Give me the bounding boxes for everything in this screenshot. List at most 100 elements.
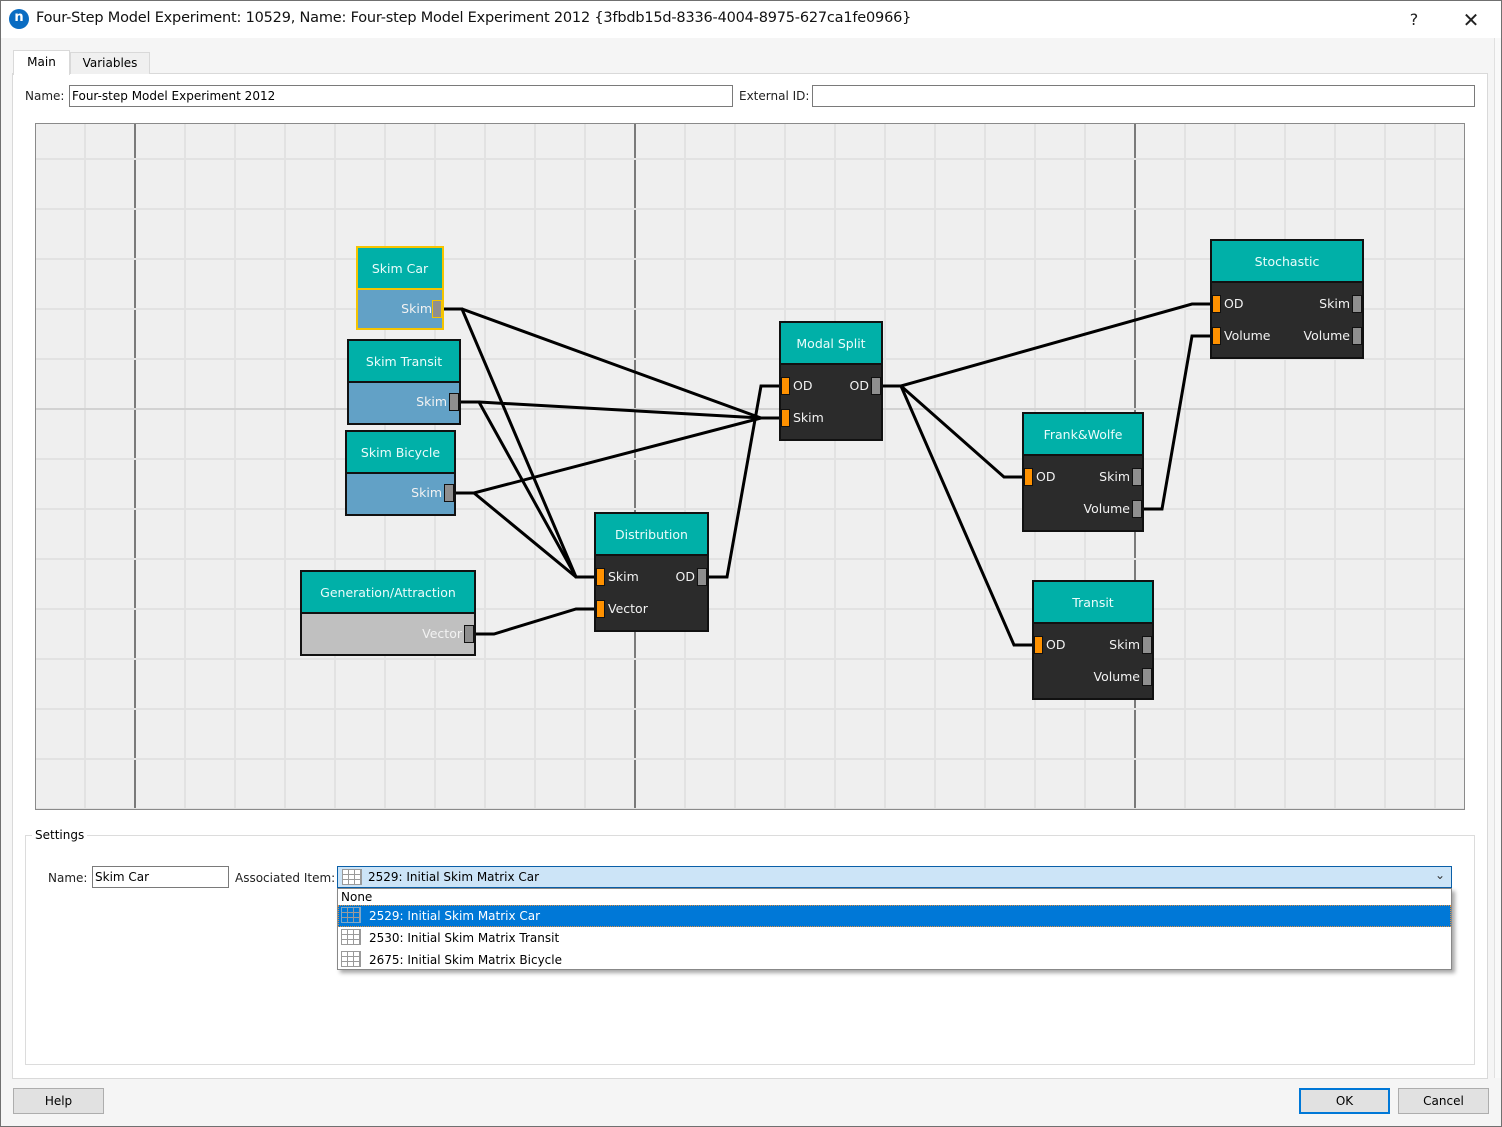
output-port-label: Volume (1093, 669, 1141, 684)
output-port-volume[interactable] (1142, 668, 1152, 686)
name-input[interactable]: Four-step Model Experiment 2012 (69, 85, 733, 107)
help-title-button[interactable]: ? (1400, 6, 1428, 34)
output-port-skim[interactable] (1132, 468, 1142, 486)
node-stochastic[interactable]: Stochastic OD Volume Skim Volume (1210, 239, 1364, 359)
name-label: Name: (25, 89, 65, 103)
model-graph-canvas[interactable]: Skim Car Skim Skim Transit Skim Skim Bic… (35, 123, 1465, 810)
output-port-skim[interactable] (449, 393, 459, 411)
dropdown-option-2675[interactable]: 2675: Initial Skim Matrix Bicycle (338, 949, 1451, 971)
output-port-label: Skim (411, 485, 442, 500)
settings-title: Settings (32, 828, 88, 842)
associated-item-value: 2529: Initial Skim Matrix Car (368, 870, 540, 884)
node-skim-transit[interactable]: Skim Transit Skim (347, 339, 461, 425)
associated-item-label: Associated Item: (235, 871, 336, 885)
edge-skim_transit-Skim-to-distribution-Skim (459, 400, 596, 579)
dropdown-option-2530[interactable]: 2530: Initial Skim Matrix Transit (338, 927, 1451, 949)
node-generation-attraction[interactable]: Generation/Attraction Vector (300, 570, 476, 656)
cancel-button[interactable]: Cancel (1398, 1088, 1489, 1114)
node-modal-split[interactable]: Modal Split OD Skim OD (779, 321, 883, 441)
input-port-label: Vector (608, 601, 648, 616)
window-edge (1494, 38, 1502, 1078)
option-label: None (341, 890, 373, 904)
settings-name-label: Name: (48, 871, 88, 885)
node-title: Frank&Wolfe (1024, 414, 1142, 456)
settings-name-input[interactable]: Skim Car (92, 866, 229, 888)
external-id-input[interactable] (812, 85, 1475, 107)
input-port-od[interactable] (781, 377, 790, 395)
option-label: 2529: Initial Skim Matrix Car (369, 909, 541, 923)
external-id-label: External ID: (739, 89, 810, 103)
output-port-label: Skim (1109, 637, 1140, 652)
input-port-label: Skim (793, 410, 824, 425)
tab-variables[interactable]: Variables (70, 52, 150, 74)
input-port-volume[interactable] (1212, 327, 1221, 345)
node-title: Transit (1034, 582, 1152, 624)
output-port-label: Vector (422, 626, 462, 641)
input-port-label: Volume (1224, 328, 1271, 343)
input-port-label: Skim (608, 569, 639, 584)
output-port-label: OD (849, 378, 869, 393)
tab-main[interactable]: Main (13, 50, 70, 75)
output-port-vector[interactable] (464, 625, 474, 643)
dropdown-option-2529[interactable]: 2529: Initial Skim Matrix Car (338, 905, 1451, 927)
edge-generation-Vector-to-distribution-Vector (474, 607, 596, 636)
edge-layer (442, 302, 1212, 647)
output-port-label: OD (675, 569, 695, 584)
output-port-volume[interactable] (1132, 500, 1142, 518)
edge-skim_bicycle-Skim-to-distribution-Skim (454, 491, 596, 579)
input-port-skim[interactable] (781, 409, 790, 427)
edge-modal_split-OD-to-transit-OD (881, 384, 1034, 647)
option-label: 2530: Initial Skim Matrix Transit (369, 931, 560, 945)
matrix-grid-icon (341, 907, 361, 923)
output-port-skim[interactable] (1142, 636, 1152, 654)
edge-skim_bicycle-Skim-to-modal_split-Skim (454, 416, 781, 495)
node-title: Distribution (596, 514, 707, 556)
output-port-label: Skim (401, 301, 432, 316)
output-port-label: Volume (1303, 328, 1351, 343)
input-port-od[interactable] (1212, 295, 1221, 313)
associated-item-select[interactable]: 2529: Initial Skim Matrix Car ⌄ (337, 866, 1452, 888)
input-port-od[interactable] (1034, 636, 1043, 654)
output-port-skim[interactable] (432, 300, 442, 318)
node-skim-car[interactable]: Skim Car Skim (356, 246, 444, 330)
title-bar: n Four-Step Model Experiment: 10529, Nam… (0, 0, 1502, 38)
node-skim-bicycle[interactable]: Skim Bicycle Skim (345, 430, 456, 516)
dropdown-option-none[interactable]: None (338, 889, 1451, 905)
edge-modal_split-OD-to-stochastic-OD (881, 302, 1212, 388)
node-transit[interactable]: Transit OD Skim Volume (1032, 580, 1154, 700)
node-title: Skim Bicycle (347, 432, 454, 474)
input-port-skim[interactable] (596, 568, 605, 586)
node-distribution[interactable]: Distribution Skim Vector OD (594, 512, 709, 632)
ok-button[interactable]: OK (1299, 1088, 1390, 1114)
option-label: 2675: Initial Skim Matrix Bicycle (369, 953, 562, 967)
input-port-label: OD (1046, 637, 1066, 652)
help-button[interactable]: Help (13, 1088, 104, 1114)
edge-modal_split-OD-to-frank_wolfe-OD (881, 384, 1024, 479)
associated-item-dropdown: None 2529: Initial Skim Matrix Car 2530:… (337, 888, 1452, 970)
app-logo-icon: n (9, 9, 29, 29)
node-title: Skim Transit (349, 341, 459, 383)
output-port-label: Skim (1319, 296, 1350, 311)
close-button[interactable]: ✕ (1456, 6, 1486, 34)
edge-frank_wolfe-Volume-to-stochastic-Volume (1142, 334, 1212, 511)
output-port-label: Skim (1099, 469, 1130, 484)
input-port-label: OD (793, 378, 813, 393)
input-port-vector[interactable] (596, 600, 605, 618)
output-port-volume[interactable] (1352, 327, 1362, 345)
output-port-od[interactable] (871, 377, 881, 395)
input-port-od[interactable] (1024, 468, 1033, 486)
output-port-od[interactable] (697, 568, 707, 586)
output-port-skim[interactable] (444, 484, 454, 502)
window-title: Four-Step Model Experiment: 10529, Name:… (36, 10, 912, 26)
node-title: Stochastic (1212, 241, 1362, 283)
output-port-skim[interactable] (1352, 295, 1362, 313)
output-port-label: Skim (416, 394, 447, 409)
chevron-down-icon[interactable]: ⌄ (1435, 868, 1445, 882)
input-port-label: OD (1036, 469, 1056, 484)
node-title: Generation/Attraction (302, 572, 474, 614)
matrix-grid-icon (341, 929, 361, 945)
input-port-label: OD (1224, 296, 1244, 311)
node-title: Modal Split (781, 323, 881, 365)
node-frank-wolfe[interactable]: Frank&Wolfe OD Skim Volume (1022, 412, 1144, 532)
output-port-label: Volume (1083, 501, 1131, 516)
